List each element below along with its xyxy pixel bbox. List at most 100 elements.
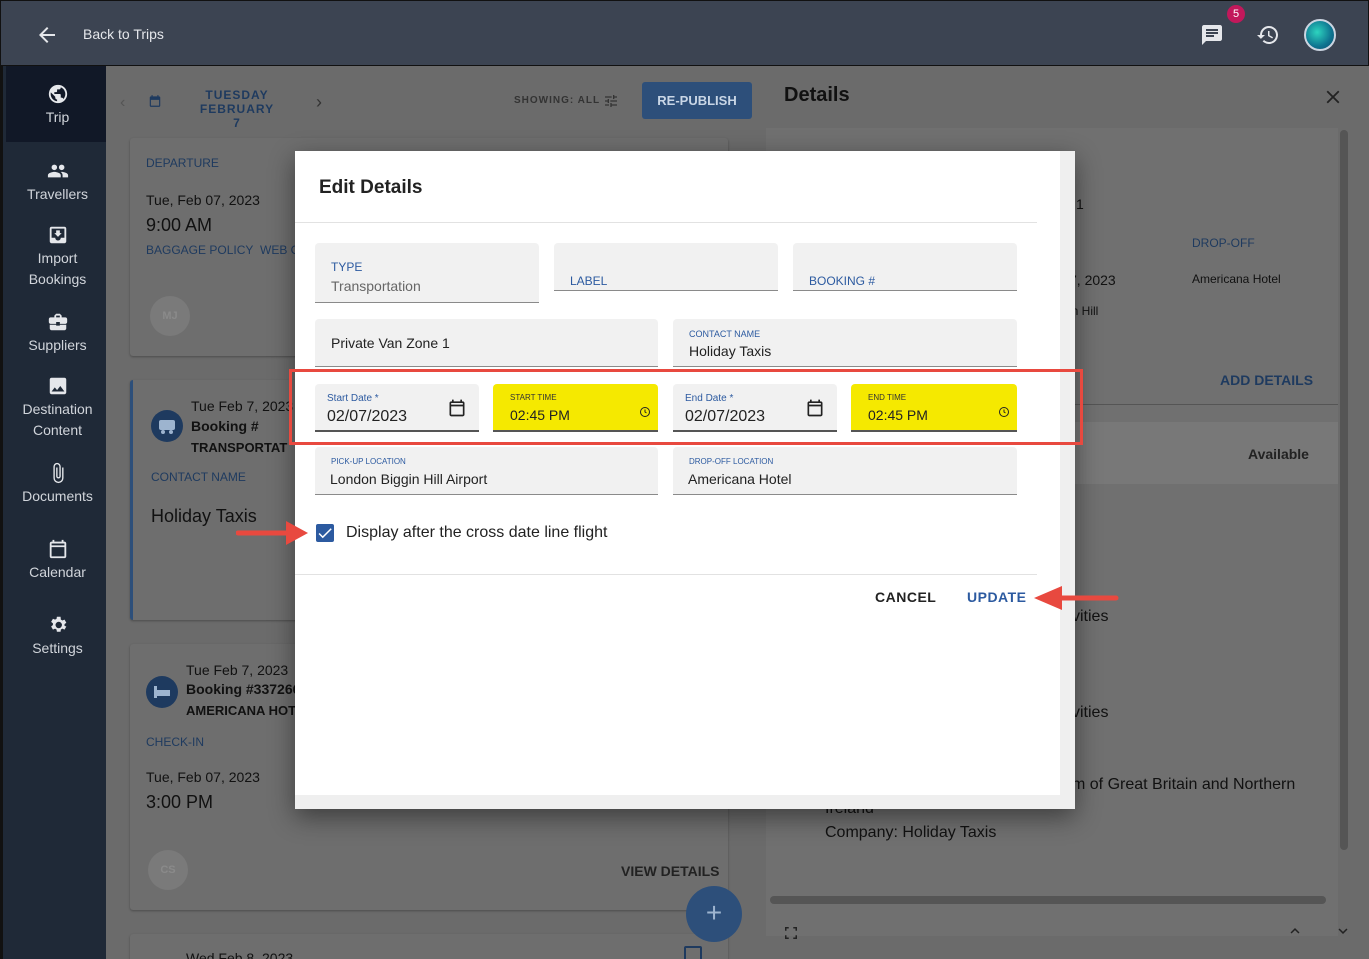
import-icon — [49, 226, 66, 244]
update-button[interactable]: UPDATE — [967, 589, 1027, 605]
back-arrow-icon[interactable] — [35, 23, 59, 47]
nav-label: Suppliers — [28, 337, 87, 353]
close-icon[interactable] — [1322, 86, 1344, 108]
cross-date-line-label[interactable]: Display after the cross date line flight — [346, 524, 607, 542]
user-avatar[interactable] — [1304, 19, 1336, 51]
chevron-down-icon[interactable] — [1334, 922, 1352, 940]
cancel-button[interactable]: CANCEL — [875, 589, 936, 605]
nav-label: Import Bookings — [28, 250, 87, 287]
type-field[interactable]: TYPE Transportation — [315, 243, 539, 303]
pickup-location-field[interactable]: PICK-UP LOCATION London Biggin Hill Airp… — [315, 447, 658, 495]
chat-icon[interactable] — [1200, 23, 1224, 47]
edit-details-dialog: Edit Details TYPE Transportation LABEL B… — [289, 151, 1083, 809]
avatar: MJ — [150, 296, 190, 336]
left-nav: Trip Travellers Import Bookings Supplier… — [0, 66, 109, 959]
top-bar: Back to Trips 5 — [0, 0, 1369, 66]
prev-day-icon[interactable]: ‹ — [120, 94, 125, 112]
booking-number-field[interactable]: BOOKING # — [793, 243, 1017, 291]
paperclip-icon — [52, 462, 63, 484]
divider — [295, 574, 1037, 575]
showing-filter[interactable]: SHOWING: ALL — [514, 95, 600, 106]
dialog-bottom-gutter — [295, 795, 1075, 809]
contact-name-label: CONTACT NAME — [689, 329, 761, 339]
contact-name-label: CONTACT NAME — [151, 470, 246, 484]
nav-item-suppliers[interactable]: Suppliers — [6, 311, 109, 356]
checkin-time: 3:00 PM — [146, 792, 214, 812]
dialog-scroll-gutter — [1060, 151, 1075, 809]
cross-date-line-checkbox[interactable] — [316, 524, 334, 542]
back-to-trips-link[interactable]: Back to Trips — [83, 26, 164, 42]
label-label: LABEL — [570, 274, 608, 288]
people-icon — [47, 164, 68, 178]
name-value: Private Van Zone 1 — [331, 335, 450, 351]
contact-name-value: Holiday Taxis — [689, 343, 772, 359]
nav-label: Documents — [22, 488, 93, 504]
dropoff-value: Americana Hotel — [688, 471, 792, 487]
nav-item-import-bookings[interactable]: Import Bookings — [6, 224, 109, 290]
notification-badge: 5 — [1227, 5, 1245, 23]
next-card[interactable]: Wed Feb 8, 2023 — [130, 934, 728, 959]
add-details-button[interactable]: ADD DETAILS — [1220, 372, 1313, 388]
dropoff-label: DROP-OFF — [1192, 236, 1255, 250]
transport-date: Tue Feb 7, 2023 — [191, 398, 294, 414]
checkin-date: Tue, Feb 07, 2023 — [146, 769, 260, 785]
detail-fragment: 7, 2023 — [1069, 272, 1116, 288]
image-icon — [49, 377, 66, 395]
gear-icon — [50, 616, 66, 632]
type-value: Transportation — [331, 278, 421, 294]
nav-label: Travellers — [27, 186, 88, 202]
chevron-up-icon[interactable] — [1286, 922, 1304, 940]
add-fab-button[interactable]: + — [686, 886, 742, 942]
annotation-arrow-icon — [236, 521, 308, 545]
annotation-arrow-icon — [1034, 586, 1119, 610]
view-details-link[interactable]: VIEW DETAILS — [621, 863, 720, 879]
type-label: TYPE — [331, 260, 363, 274]
booking-label: BOOKING # — [809, 274, 876, 288]
history-icon[interactable] — [1256, 23, 1280, 47]
hotel-name: AMERICANA HOT — [186, 703, 297, 718]
annotation-highlight-box — [289, 369, 1083, 445]
select-checkbox[interactable] — [684, 946, 702, 959]
label-field[interactable]: LABEL — [554, 243, 778, 291]
departure-label: DEPARTURE — [146, 156, 219, 170]
nav-label: Calendar — [29, 564, 86, 580]
bed-icon — [146, 676, 178, 708]
departure-time: 9:00 AM — [146, 215, 213, 235]
filter-icon[interactable] — [603, 93, 619, 109]
transport-type: TRANSPORTAT — [191, 440, 288, 455]
globe-icon — [48, 84, 67, 104]
fullscreen-icon[interactable] — [782, 924, 800, 942]
baggage-policy-link[interactable]: BAGGAGE POLICY — [146, 243, 253, 257]
nav-label: Settings — [32, 640, 83, 656]
company-text: Company: Holiday Taxis — [825, 824, 997, 841]
departure-date: Tue, Feb 07, 2023 — [146, 192, 260, 208]
avatar: CS — [148, 850, 188, 890]
dropoff-value: Americana Hotel — [1192, 272, 1281, 286]
republish-button[interactable]: RE-PUBLISH — [642, 82, 752, 119]
calendar-icon — [49, 539, 66, 559]
checkmark-icon — [318, 528, 332, 539]
nav-item-travellers[interactable]: Travellers — [6, 160, 109, 205]
dialog-title: Edit Details — [319, 177, 423, 198]
web-link[interactable]: WEB C — [260, 243, 299, 257]
detail-fragment: vities — [1072, 704, 1109, 721]
vertical-scrollbar[interactable] — [1340, 130, 1348, 850]
nav-label: Trip — [45, 109, 70, 125]
divider — [295, 222, 1037, 223]
contact-name-field[interactable]: CONTACT NAME Holiday Taxis — [673, 319, 1017, 367]
nav-item-documents[interactable]: Documents — [6, 462, 109, 507]
nav-item-calendar[interactable]: Calendar — [6, 538, 109, 583]
next-day-icon[interactable]: › — [316, 92, 322, 113]
nav-item-destination-content[interactable]: Destination Content — [6, 375, 109, 441]
detail-fragment: m of Great Britain and Northern — [1072, 776, 1296, 793]
nav-item-settings[interactable]: Settings — [6, 614, 109, 659]
nav-item-trip[interactable]: Trip — [6, 66, 109, 142]
next-date: Wed Feb 8, 2023 — [186, 950, 294, 959]
horizontal-scrollbar[interactable] — [770, 896, 1326, 904]
details-title: Details — [784, 84, 850, 106]
status-available: Available — [1248, 446, 1309, 462]
current-day-date: FEBRUARY 7 — [199, 102, 275, 130]
calendar-icon[interactable] — [148, 94, 162, 108]
name-field[interactable]: Private Van Zone 1 — [315, 319, 658, 367]
dropoff-location-field[interactable]: DROP-OFF LOCATION Americana Hotel — [673, 447, 1017, 495]
